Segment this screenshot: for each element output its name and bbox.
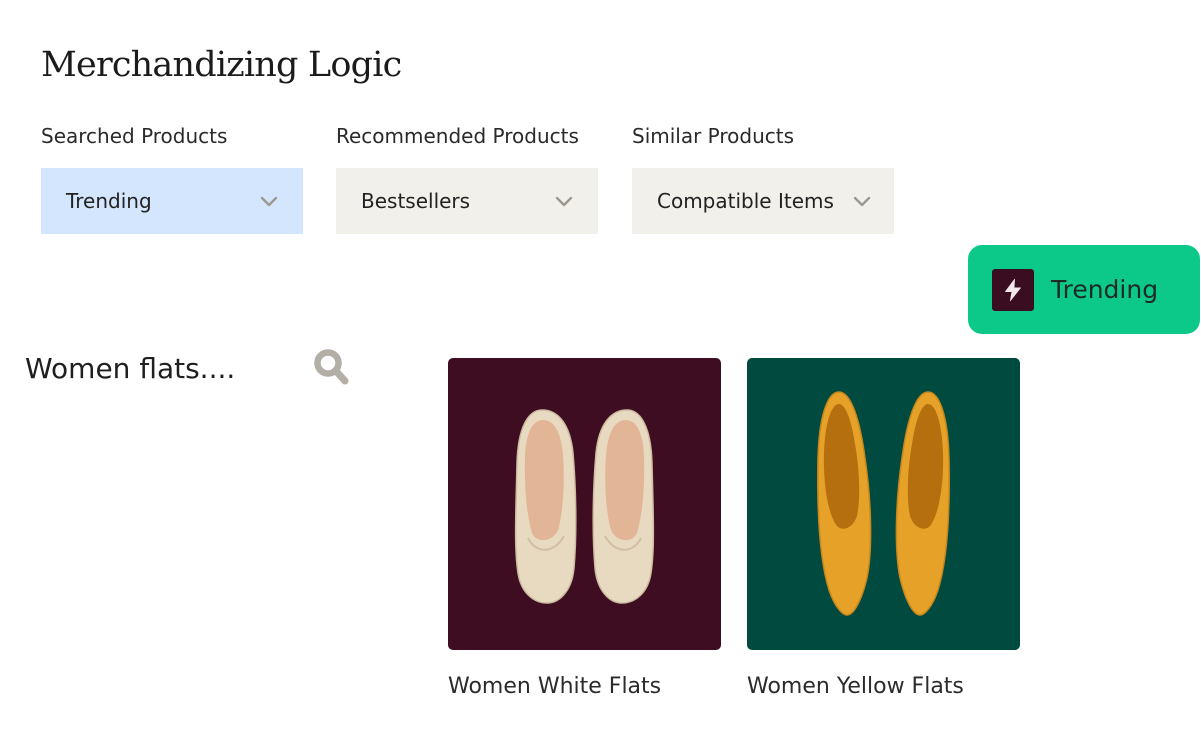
chevron-down-icon [555,196,573,207]
badge-label: Trending [1051,275,1159,304]
recommended-products-select[interactable]: Bestsellers [336,168,598,234]
searched-products-select[interactable]: Trending [41,168,303,234]
similar-products-select[interactable]: Compatible Items [632,168,894,234]
select-value: Trending [66,189,152,213]
product-image-white-flats[interactable] [448,358,721,650]
trending-badge: Trending [968,245,1200,334]
white-flats-image [514,409,655,604]
chevron-down-icon [260,196,278,207]
page-title: Merchandizing Logic [41,45,402,85]
yellow-flats-image [817,391,950,616]
select-value: Bestsellers [361,189,471,213]
filter-label-similar-products: Similar Products [632,124,795,148]
product-name[interactable]: Women Yellow Flats [747,673,964,701]
filter-label-searched-products: Searched Products [41,124,228,148]
chevron-down-icon [853,196,871,207]
search-icon[interactable] [313,348,351,386]
select-value: Compatible Items [657,189,834,213]
lightning-bolt-icon [992,268,1034,311]
filter-label-recommended-products: Recommended Products [336,124,579,148]
product-name[interactable]: Women White Flats [448,673,661,701]
product-image-yellow-flats[interactable] [747,358,1020,650]
search-query-input[interactable]: Women flats.... [25,350,235,388]
